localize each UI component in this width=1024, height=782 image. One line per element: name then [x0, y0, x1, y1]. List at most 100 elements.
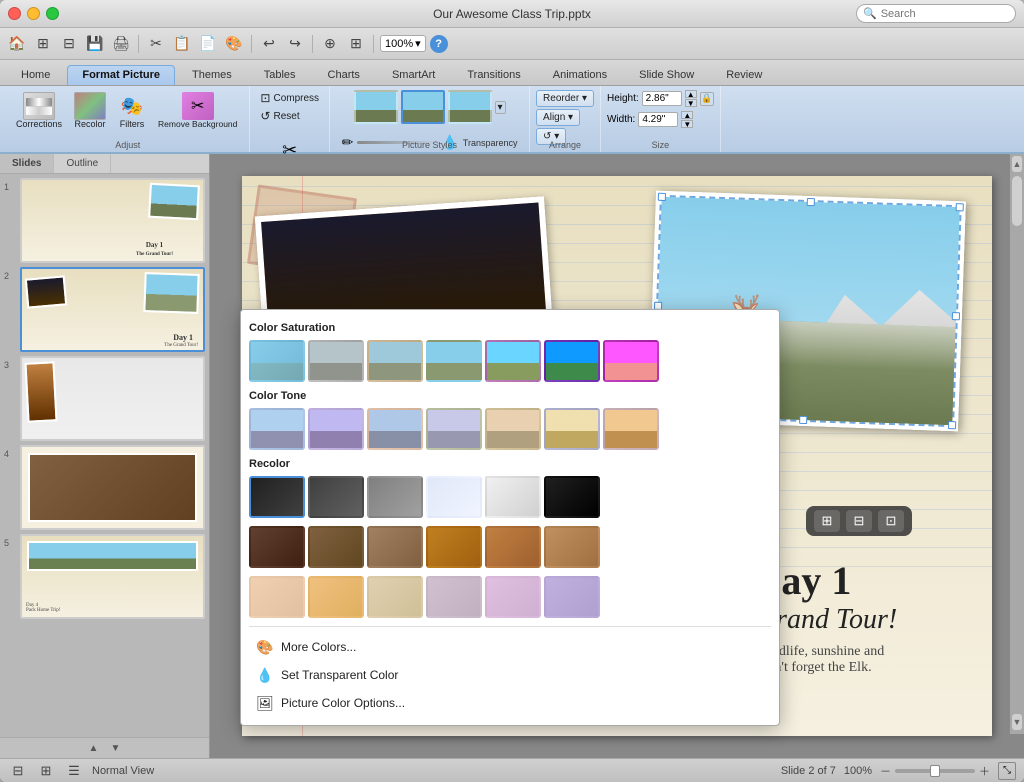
scroll-down-button[interactable]: ▼ [1012, 714, 1022, 730]
handle-tc[interactable] [807, 198, 815, 206]
redo-button[interactable]: ↪ [284, 33, 306, 55]
recolor-thumb-8[interactable] [308, 526, 364, 568]
recolor-thumb-4[interactable] [426, 476, 482, 518]
tone-thumb-6[interactable] [544, 408, 600, 450]
tab-transitions[interactable]: Transitions [452, 65, 535, 85]
recolor-button[interactable]: Recolor [70, 90, 110, 132]
recolor-thumb-6[interactable] [544, 476, 600, 518]
sat-thumb-2[interactable] [308, 340, 364, 382]
lock-aspect-button[interactable]: 🔒 [700, 92, 714, 106]
grid-view-button[interactable]: ⊞ [36, 762, 56, 780]
recolor-thumb-14[interactable] [308, 576, 364, 618]
recolor-thumb-13[interactable] [249, 576, 305, 618]
outline-view-button[interactable]: ☰ [64, 762, 84, 780]
scroll-up-button[interactable]: ▲ [1012, 156, 1022, 172]
undo-button[interactable]: ↩ [258, 33, 280, 55]
handle-br[interactable] [948, 421, 956, 429]
copy-button[interactable]: 📋 [171, 33, 193, 55]
sat-thumb-7[interactable] [603, 340, 659, 382]
height-input[interactable] [642, 91, 682, 106]
zoom-slider-thumb[interactable] [930, 765, 940, 777]
slide-preview-3[interactable] [20, 356, 205, 441]
recolor-thumb-1[interactable] [249, 476, 305, 518]
tab-review[interactable]: Review [711, 65, 777, 85]
sat-thumb-5[interactable] [485, 340, 541, 382]
handle-tl[interactable] [658, 193, 666, 201]
tone-thumb-2[interactable] [308, 408, 364, 450]
sat-thumb-4[interactable] [426, 340, 482, 382]
tab-home[interactable]: Home [6, 65, 65, 85]
recolor-thumb-10[interactable] [426, 526, 482, 568]
cut-button[interactable]: ✂ [145, 33, 167, 55]
table-button[interactable]: ⊞ [345, 33, 367, 55]
insert-button[interactable]: ⊕ [319, 33, 341, 55]
fullscreen-button[interactable]: ⤡ [998, 762, 1016, 780]
float-btn-2[interactable]: ⊟ [846, 510, 872, 532]
paste-button[interactable]: 📄 [197, 33, 219, 55]
new-button[interactable]: 🏠 [6, 33, 28, 55]
align-button[interactable]: Align ▾ [536, 109, 580, 126]
minimize-button[interactable] [27, 7, 40, 20]
recolor-thumb-16[interactable] [426, 576, 482, 618]
nav-up-button[interactable]: ▲ [84, 740, 104, 756]
set-transparent-item[interactable]: 💧 Set Transparent Color [249, 661, 771, 689]
corrections-button[interactable]: Corrections [12, 90, 66, 132]
handle-mr[interactable] [952, 312, 960, 320]
slide-preview-4[interactable] [20, 445, 205, 530]
layout-button[interactable]: ⊟ [58, 33, 80, 55]
pic-style-2[interactable] [401, 90, 445, 124]
reorder-button[interactable]: Reorder ▾ [536, 90, 594, 107]
recolor-thumb-5[interactable] [485, 476, 541, 518]
zoom-plus-icon[interactable]: ＋ [979, 763, 990, 779]
recolor-thumb-18[interactable] [544, 576, 600, 618]
handle-bc[interactable] [799, 416, 807, 424]
reset-button[interactable]: ↺ Reset [256, 108, 303, 124]
tone-thumb-4[interactable] [426, 408, 482, 450]
recolor-thumb-17[interactable] [485, 576, 541, 618]
normal-view-button[interactable]: ⊟ [8, 762, 28, 780]
width-input[interactable] [638, 112, 678, 127]
search-input[interactable] [881, 8, 1009, 20]
recolor-thumb-3[interactable] [367, 476, 423, 518]
tab-tables[interactable]: Tables [249, 65, 311, 85]
recolor-thumb-2[interactable] [308, 476, 364, 518]
compress-button[interactable]: ⊡ Compress [256, 90, 323, 106]
float-btn-3[interactable]: ⊡ [878, 510, 904, 532]
recolor-thumb-15[interactable] [367, 576, 423, 618]
recolor-thumb-7[interactable] [249, 526, 305, 568]
print-button[interactable]: 🖨 [110, 33, 132, 55]
zoom-slider[interactable] [895, 769, 975, 773]
tone-thumb-7[interactable] [603, 408, 659, 450]
handle-tr[interactable] [956, 203, 964, 211]
picture-color-options-item[interactable]: 🖼 Picture Color Options... [249, 689, 771, 717]
width-down-button[interactable]: ▼ [681, 120, 693, 128]
zoom-display[interactable]: 100% ▾ [380, 35, 426, 52]
recolor-thumb-12[interactable] [544, 526, 600, 568]
filters-button[interactable]: 🎭 Filters [114, 90, 150, 132]
pic-style-1[interactable] [354, 90, 398, 124]
height-up-button[interactable]: ▲ [685, 90, 697, 98]
search-box[interactable]: 🔍 [856, 4, 1016, 23]
tab-themes[interactable]: Themes [177, 65, 247, 85]
recolor-thumb-11[interactable] [485, 526, 541, 568]
sat-thumb-1[interactable] [249, 340, 305, 382]
zoom-minus-icon[interactable]: － [880, 763, 891, 779]
tone-thumb-3[interactable] [367, 408, 423, 450]
save-button[interactable]: 💾 [84, 33, 106, 55]
close-button[interactable] [8, 7, 21, 20]
tab-animations[interactable]: Animations [538, 65, 622, 85]
sat-thumb-3[interactable] [367, 340, 423, 382]
remove-bg-button[interactable]: ✂ Remove Background [154, 90, 241, 131]
tab-format-picture[interactable]: Format Picture [67, 65, 175, 85]
tab-charts[interactable]: Charts [313, 65, 375, 85]
recolor-thumb-9[interactable] [367, 526, 423, 568]
float-btn-1[interactable]: ⊞ [814, 510, 840, 532]
scroll-thumb[interactable] [1012, 176, 1022, 226]
tab-smartart[interactable]: SmartArt [377, 65, 450, 85]
slide-preview-2[interactable]: Day 1 The Grand Tour! [20, 267, 205, 352]
slide-preview-1[interactable]: Day 1The Grand Tour! [20, 178, 205, 263]
grid-button[interactable]: ⊞ [32, 33, 54, 55]
maximize-button[interactable] [46, 7, 59, 20]
help-button[interactable]: ? [430, 35, 448, 53]
slide-preview-5[interactable]: Day 4Pack Home Trip! [20, 534, 205, 619]
